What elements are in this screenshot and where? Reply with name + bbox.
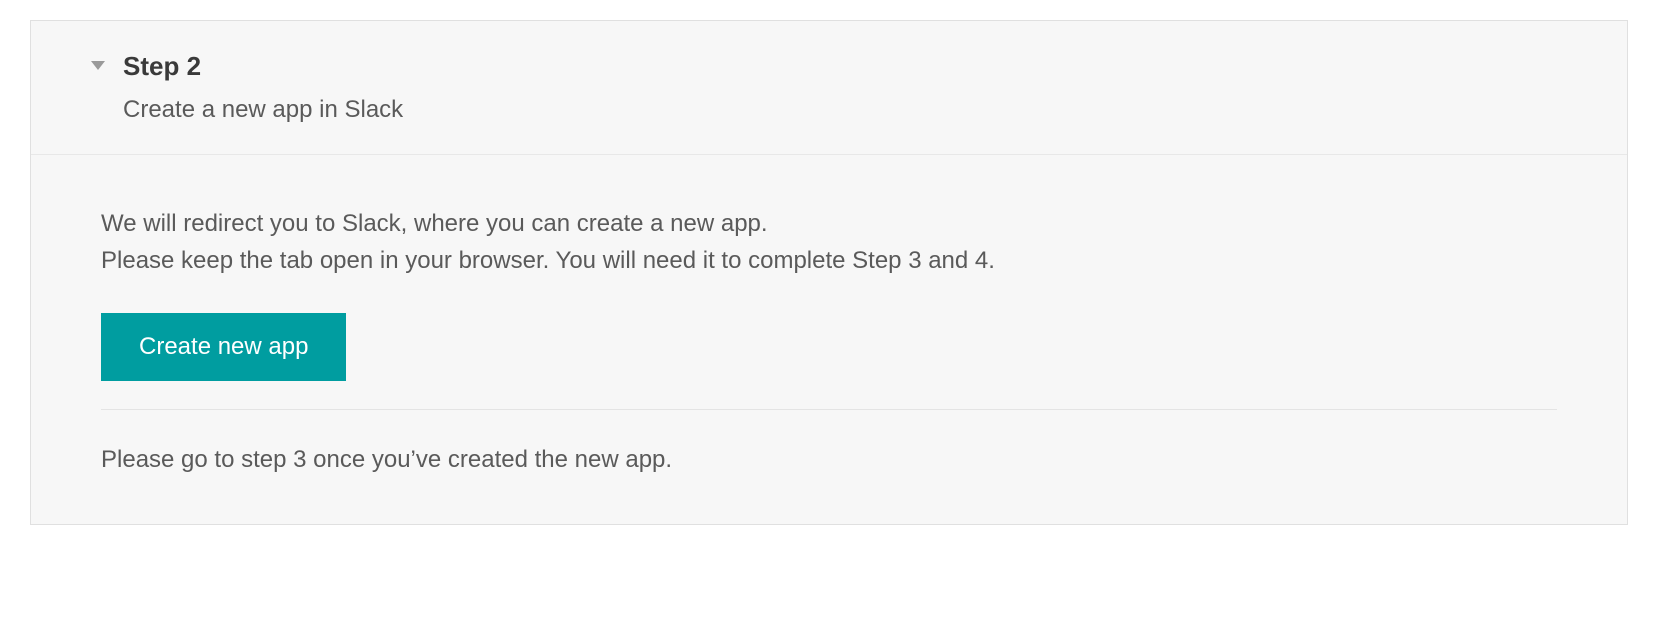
step-description-line-2: Please keep the tab open in your browser… <box>101 242 1557 279</box>
step-description-line-1: We will redirect you to Slack, where you… <box>101 205 1557 242</box>
divider <box>101 409 1557 410</box>
step-panel: Step 2 Create a new app in Slack We will… <box>30 20 1628 525</box>
step-header-text: Step 2 Create a new app in Slack <box>123 51 403 124</box>
create-new-app-button[interactable]: Create new app <box>101 313 346 381</box>
step-title: Step 2 <box>123 51 403 82</box>
step-subtitle: Create a new app in Slack <box>123 96 403 124</box>
caret-down-icon <box>91 61 105 71</box>
step-body: We will redirect you to Slack, where you… <box>31 155 1627 524</box>
step-header[interactable]: Step 2 Create a new app in Slack <box>31 21 1627 155</box>
step-footer-note: Please go to step 3 once you’ve created … <box>101 446 1557 474</box>
